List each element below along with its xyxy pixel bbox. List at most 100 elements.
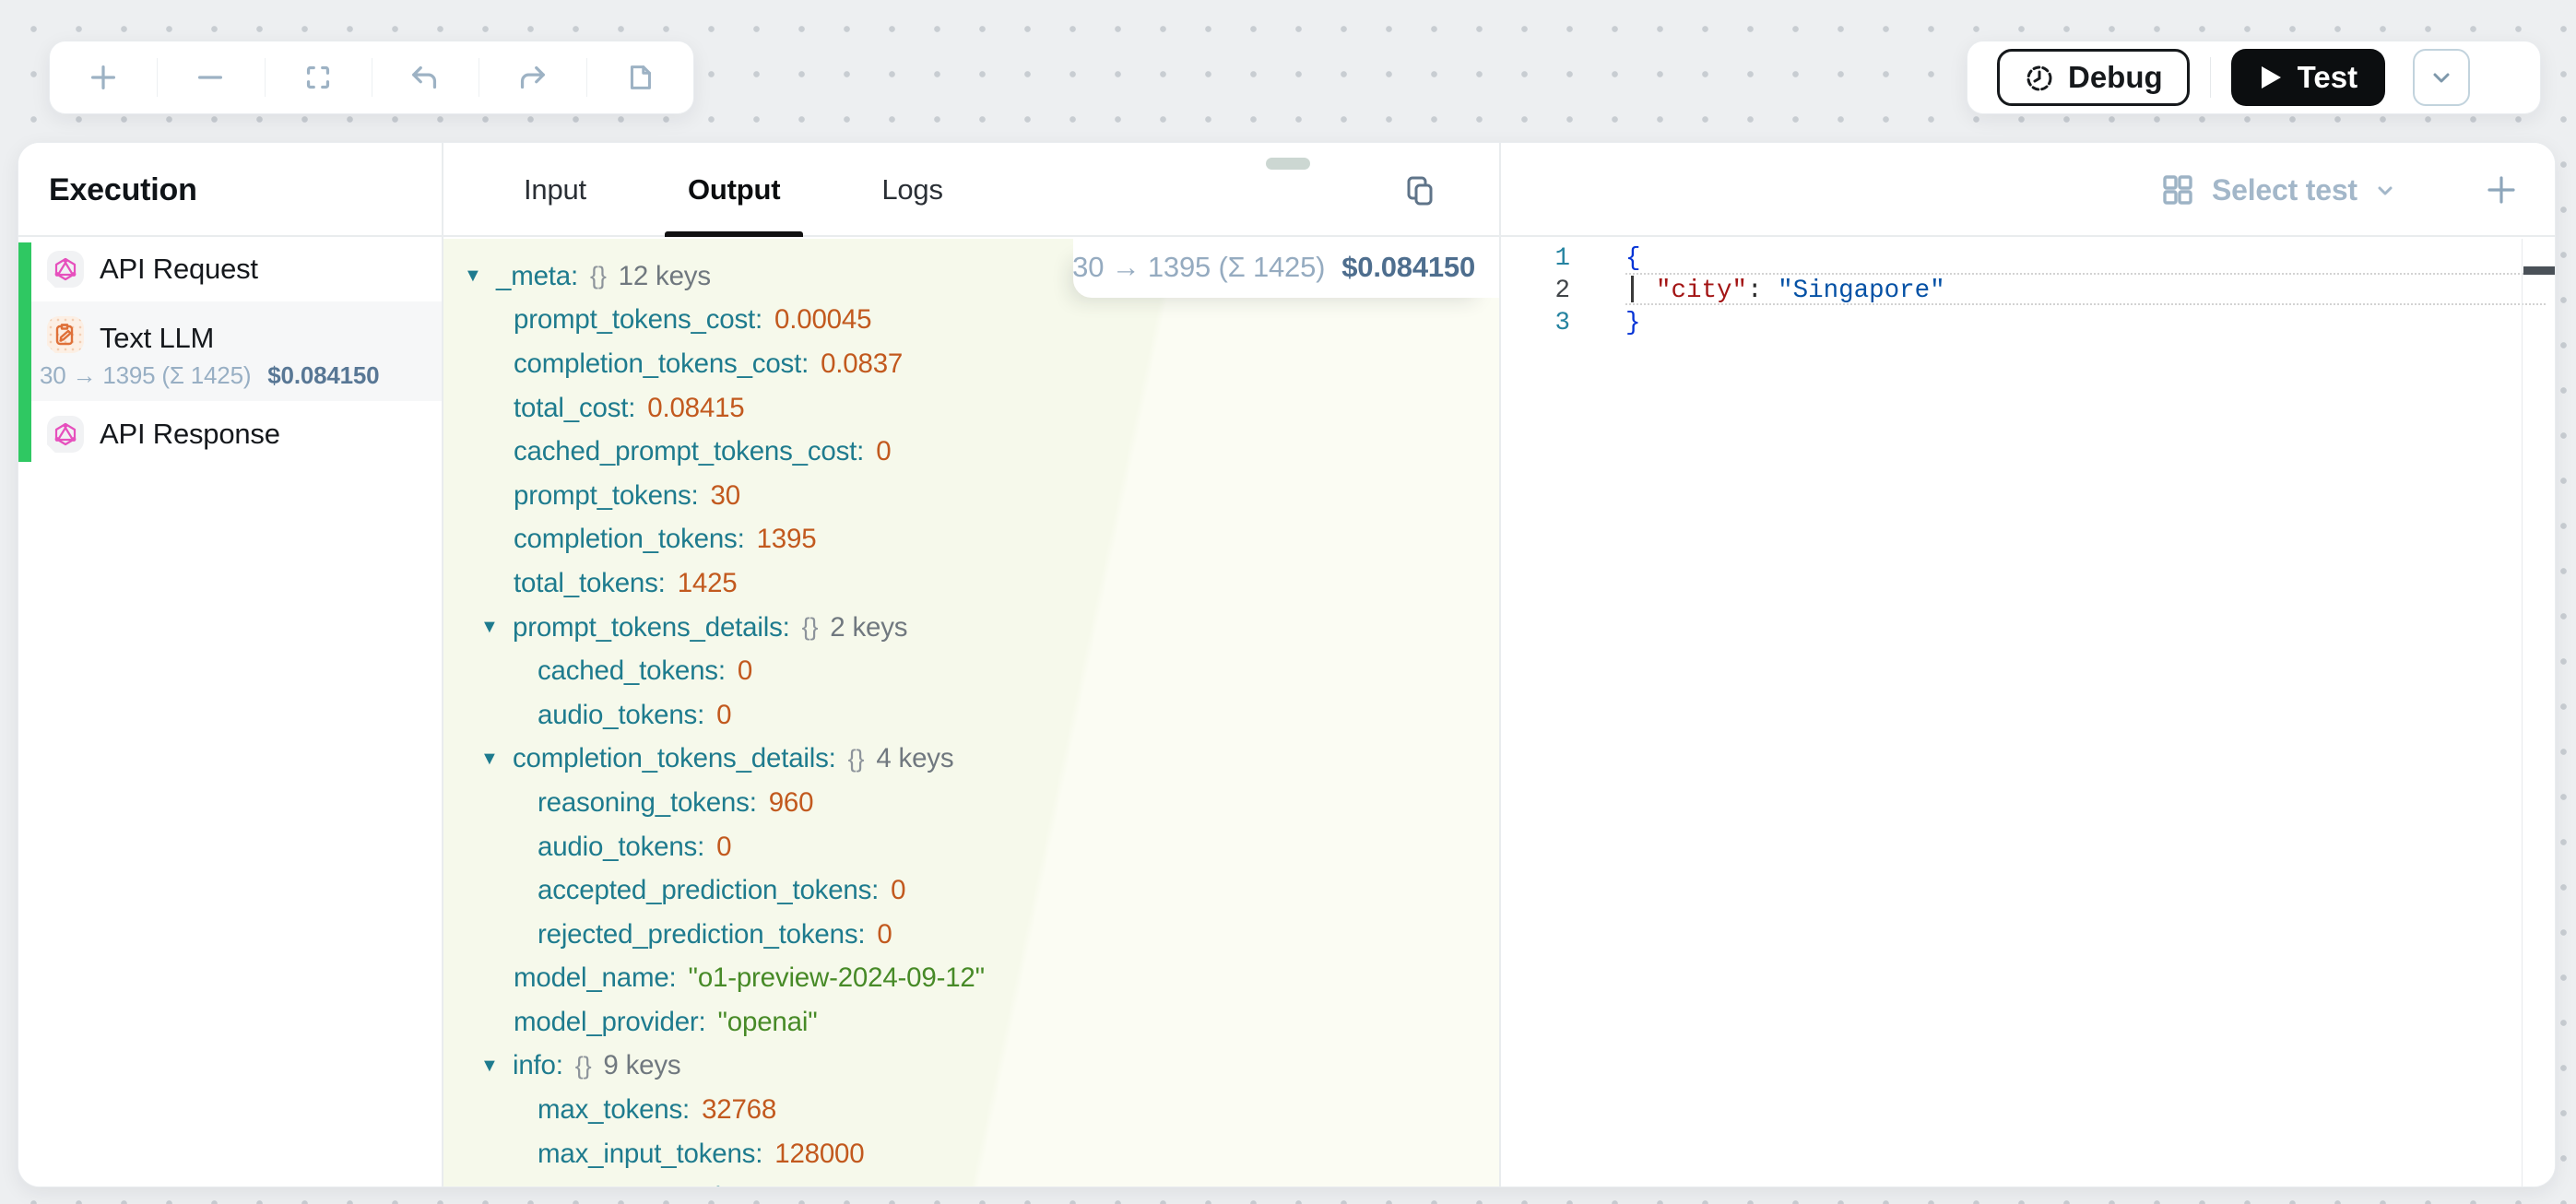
json-row: rejected_prediction_tokens:0 — [443, 913, 1499, 957]
api-node-icon — [47, 251, 84, 288]
add-test-button[interactable] — [2483, 171, 2520, 208]
json-row: total_tokens:1425 — [443, 561, 1499, 606]
json-row: model_name:"o1-preview-2024-09-12" — [443, 957, 1499, 1001]
output-panel: Input Output Logs 30 → 1395 (Σ 1425) $0.… — [443, 143, 1499, 1186]
node-label: Text LLM — [100, 322, 214, 355]
copy-icon — [1403, 174, 1436, 207]
braces-icon: {} — [848, 745, 865, 773]
json-row[interactable]: ▼completion_tokens_details:{}4 keys — [443, 738, 1499, 782]
test-panel: Select test 1 2 3 { "city": "Singapore" … — [1501, 143, 2556, 1186]
tab-input-label: Input — [524, 173, 586, 207]
json-row: prompt_tokens_cost:0.00045 — [443, 299, 1499, 343]
json-key: total_tokens: — [514, 568, 666, 599]
plus-icon — [2483, 171, 2520, 208]
json-value: 1395 — [757, 524, 817, 555]
json-row: max_input_tokens:128000 — [443, 1132, 1499, 1176]
panel-divider-right[interactable] — [1499, 143, 1501, 1186]
string-token: "Singapore" — [1778, 277, 1945, 305]
code-line[interactable]: } — [1625, 307, 2547, 339]
panel-divider-left[interactable] — [442, 143, 443, 1186]
json-row[interactable]: ▼prompt_tokens_details:{}2 keys — [443, 606, 1499, 650]
json-key: _meta: — [496, 261, 578, 292]
test-json-editor[interactable]: 1 2 3 { "city": "Singapore" } — [1501, 239, 2556, 1186]
redo-button[interactable] — [479, 41, 585, 113]
json-value: 0 — [876, 436, 891, 467]
json-row: total_cost: 0.08415 — [443, 386, 1499, 431]
collapse-arrow-icon[interactable]: ▼ — [480, 749, 501, 770]
json-value: 32768 — [791, 1182, 866, 1187]
key-token: "city" — [1656, 277, 1747, 305]
json-row: audio_tokens:0 — [443, 825, 1499, 869]
braces-icon: {} — [575, 1052, 592, 1080]
text-cursor — [1631, 276, 1634, 302]
json-key: audio_tokens: — [538, 700, 704, 731]
collapse-arrow-icon[interactable]: ▼ — [480, 1056, 501, 1077]
token-count: 30 → 1395 (Σ 1425) — [1072, 251, 1325, 284]
tab-logs-label: Logs — [881, 173, 942, 207]
execution-item-api-response[interactable]: API Response — [31, 408, 442, 460]
timer-icon — [2024, 62, 2055, 93]
token-count: 30 → 1395 (Σ 1425) — [40, 361, 251, 390]
json-key: max_output_tokens: — [538, 1182, 779, 1187]
tab-output[interactable]: Output — [665, 143, 803, 237]
json-row: completion_tokens_cost:0.0837 — [443, 342, 1499, 386]
json-row: completion_tokens:1395 — [443, 518, 1499, 562]
json-key: completion_tokens_cost: — [514, 348, 809, 380]
tab-input[interactable]: Input — [501, 143, 609, 237]
json-key: max_tokens: — [538, 1094, 690, 1126]
debug-label: Debug — [2068, 60, 2163, 95]
editor-overview-ruler — [2522, 239, 2523, 1186]
braces-icon: {} — [590, 262, 607, 290]
actions-divider — [2210, 57, 2211, 98]
execution-title: Execution — [49, 143, 197, 237]
grid-icon — [2160, 172, 2195, 207]
debug-button[interactable]: Debug — [1997, 49, 2190, 106]
plus-icon — [86, 60, 121, 95]
json-row: accepted_prediction_tokens:0 — [443, 868, 1499, 913]
json-key: accepted_prediction_tokens: — [538, 875, 879, 906]
tab-logs[interactable]: Logs — [858, 143, 965, 237]
json-meta: 12 keys — [619, 261, 711, 292]
json-value: 0 — [877, 919, 892, 950]
app-canvas: { "glyphs": { "expand_arrow": "▼", "brac… — [0, 0, 2576, 1204]
json-value: "openai" — [718, 1007, 818, 1038]
code-line[interactable]: { — [1625, 242, 2547, 275]
json-key: model_provider: — [514, 1007, 706, 1038]
json-row[interactable]: ▼info:{}9 keys — [443, 1045, 1499, 1089]
fit-view-button[interactable] — [265, 41, 372, 113]
execution-item-text-llm[interactable]: Text LLM 30 → 1395 (Σ 1425) $0.084150 — [31, 301, 442, 401]
braces-icon: {} — [802, 613, 819, 642]
collapse-arrow-icon[interactable]: ▼ — [464, 266, 484, 287]
collapse-arrow-icon[interactable]: ▼ — [480, 617, 501, 638]
test-button[interactable]: Test — [2231, 49, 2385, 106]
llm-node-icon — [47, 316, 84, 353]
json-value: 32768 — [702, 1094, 776, 1126]
code-line[interactable]: "city": "Singapore" — [1625, 275, 2547, 307]
test-header — [1501, 143, 2556, 237]
panel-drag-handle[interactable] — [1266, 158, 1310, 170]
json-row: model_provider: "openai" — [443, 1000, 1499, 1045]
json-value: 960 — [769, 787, 814, 819]
document-icon — [622, 60, 657, 95]
test-options-button[interactable] — [2413, 49, 2470, 106]
line-number: 1 — [1501, 242, 1570, 275]
scrollbar-marker[interactable] — [2523, 266, 2556, 275]
api-node-icon — [47, 416, 84, 453]
execution-item-api-request[interactable]: API Request — [31, 244, 442, 294]
copy-output-button[interactable] — [1403, 174, 1436, 207]
notes-button[interactable] — [586, 41, 693, 113]
execution-panel: Execution API Request Text LLM 30 → 1395… — [18, 143, 442, 1186]
output-tabs: Input Output Logs — [501, 143, 966, 237]
json-value: 128000 — [774, 1139, 864, 1170]
json-row: audio_tokens:0 — [443, 693, 1499, 738]
json-value: 0 — [738, 655, 752, 687]
json-key: total_cost: — [514, 393, 635, 424]
zoom-in-button[interactable] — [50, 41, 157, 113]
json-value: 30 — [711, 480, 740, 512]
canvas-toolbar — [49, 41, 694, 114]
json-key: audio_tokens: — [538, 832, 704, 863]
json-value: 0.08415 — [647, 393, 744, 424]
select-test-dropdown[interactable]: Select test — [2160, 143, 2396, 237]
zoom-out-button[interactable] — [157, 41, 264, 113]
undo-button[interactable] — [372, 41, 479, 113]
